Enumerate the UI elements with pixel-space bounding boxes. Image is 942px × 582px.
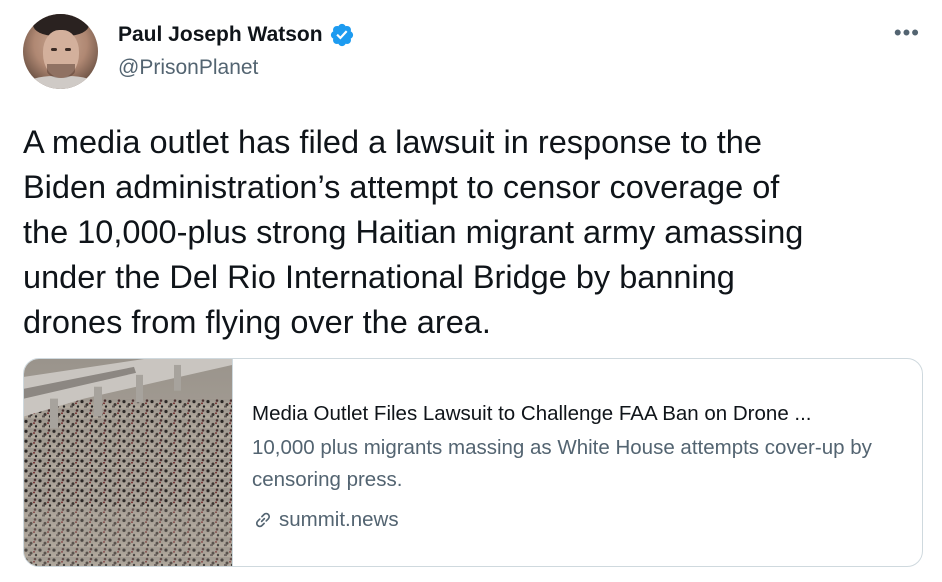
author-handle[interactable]: @PrisonPlanet	[118, 56, 258, 80]
card-thumbnail-image	[24, 359, 233, 566]
more-options-icon[interactable]: •••	[894, 22, 920, 44]
tweet-text: A media outlet has filed a lawsuit in re…	[23, 124, 804, 340]
verified-badge-icon	[330, 23, 353, 47]
avatar-beard	[47, 64, 75, 78]
card-body: Media Outlet Files Lawsuit to Challenge …	[252, 401, 904, 532]
link-card[interactable]: Media Outlet Files Lawsuit to Challenge …	[23, 358, 923, 567]
author-name[interactable]: Paul Joseph Watson	[118, 23, 323, 47]
card-description: 10,000 plus migrants massing as White Ho…	[252, 436, 872, 491]
avatar[interactable]	[23, 14, 98, 89]
card-title: Media Outlet Files Lawsuit to Challenge …	[252, 402, 812, 425]
card-domain-row: summit.news	[252, 498, 904, 532]
author-row: Paul Joseph Watson	[118, 22, 355, 48]
link-icon	[255, 512, 271, 528]
card-domain: summit.news	[279, 508, 399, 531]
avatar-eye-right	[65, 48, 71, 51]
avatar-eye-left	[51, 48, 57, 51]
